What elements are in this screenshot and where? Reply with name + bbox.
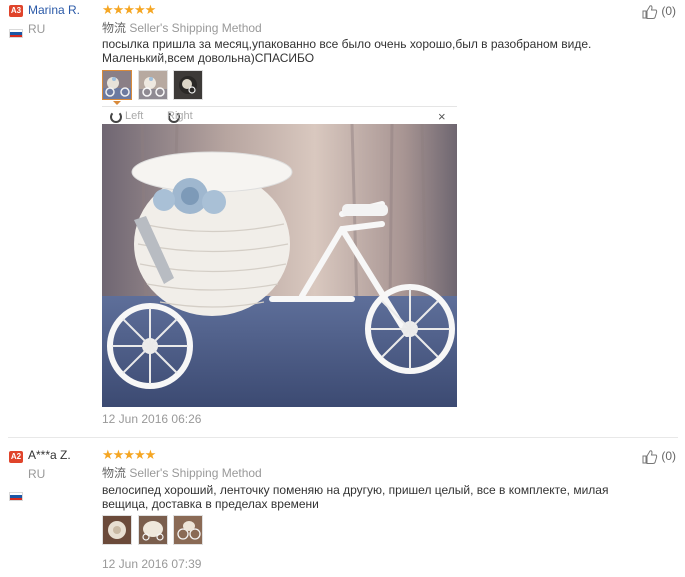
- star-rating: ★★★★★: [102, 2, 156, 17]
- buyer-country: RU: [28, 22, 46, 36]
- review-text: велосипед хороший, ленточку поменяю на д…: [102, 483, 609, 511]
- review-photo-thumbnail[interactable]: [173, 70, 203, 100]
- buyer-level-badge: A3: [9, 5, 23, 17]
- close-viewer-button[interactable]: ×: [438, 109, 446, 124]
- rotate-left-icon[interactable]: [110, 111, 122, 123]
- buyer-level-badge: A2: [9, 451, 23, 463]
- buyer-name[interactable]: A***a Z.: [28, 448, 71, 462]
- russia-flag-icon: [9, 492, 23, 501]
- rotate-left-button[interactable]: Left: [125, 110, 143, 122]
- thumbs-up-icon[interactable]: [642, 4, 658, 20]
- image-viewer-toolbar: Left Right ×: [102, 106, 457, 125]
- review-item: A3 Marina R. RU ★★★★★ 物流 Seller's Shippi…: [0, 0, 685, 426]
- shipping-label: 物流: [102, 21, 127, 35]
- review-divider: [8, 437, 678, 438]
- buyer-country: RU: [28, 467, 46, 481]
- photo-image: [139, 71, 167, 99]
- buyer-name[interactable]: Marina R.: [28, 3, 80, 17]
- photo-image: [103, 71, 131, 99]
- russia-flag-icon: [9, 29, 23, 38]
- helpful-vote[interactable]: (0): [642, 4, 676, 20]
- photo-image: [174, 71, 202, 99]
- review-photo-thumbnail[interactable]: [102, 70, 132, 100]
- photo-image: [103, 516, 131, 544]
- photo-image: [174, 516, 202, 544]
- star-rating: ★★★★★: [102, 447, 156, 462]
- shipping-method: 物流 Seller's Shipping Method: [102, 464, 262, 481]
- review-date: 12 Jun 2016 07:39: [102, 557, 202, 571]
- helpful-count: (0): [661, 449, 677, 464]
- shipping-label: 物流: [102, 466, 127, 480]
- review-photo-thumbnail[interactable]: [173, 515, 203, 545]
- review-text: посылка пришла за месяц,упакованно все б…: [102, 37, 592, 65]
- shipping-method-name: Seller's Shipping Method: [129, 466, 262, 480]
- shipping-method: 物流 Seller's Shipping Method: [102, 19, 262, 36]
- thumbs-up-icon[interactable]: [642, 449, 658, 465]
- review-photo-thumbnail[interactable]: [138, 515, 168, 545]
- review-photo-thumbnail[interactable]: [102, 515, 132, 545]
- helpful-vote[interactable]: (0): [642, 449, 676, 465]
- review-photo-thumbnail[interactable]: [138, 70, 168, 100]
- review-photo-large: [102, 124, 457, 407]
- rotate-right-button[interactable]: Right: [167, 110, 193, 122]
- helpful-count: (0): [661, 4, 677, 19]
- photo-image: [139, 516, 167, 544]
- review-date: 12 Jun 2016 06:26: [102, 412, 202, 426]
- bicycle-basket-photo: [102, 124, 457, 407]
- shipping-method-name: Seller's Shipping Method: [129, 21, 262, 35]
- selected-thumbnail-arrow: [113, 101, 121, 105]
